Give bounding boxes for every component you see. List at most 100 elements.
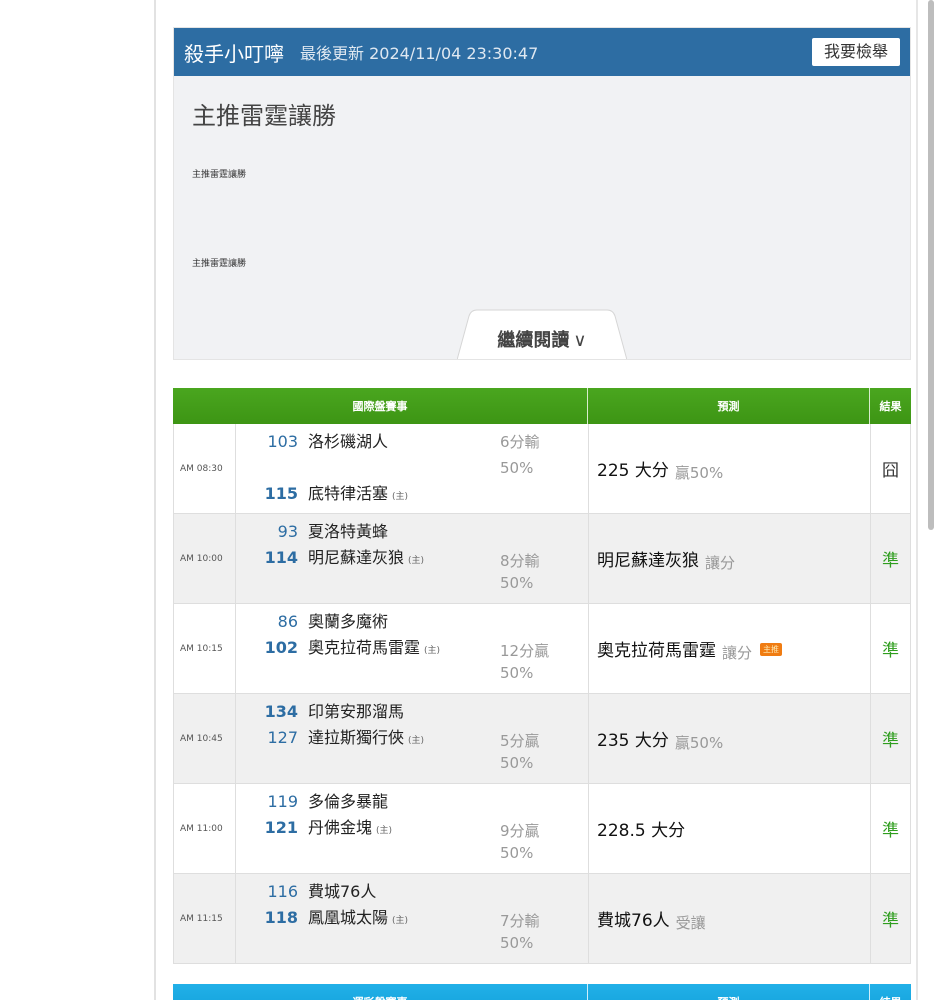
table-row: AM 08:30 103 洛杉磯湖人 115 底特律活塞 (主) 6分輸 50% 225 大分贏…: [173, 424, 911, 514]
game-time: AM 10:45: [174, 694, 236, 783]
away-team[interactable]: 93 夏洛特黃蜂: [236, 522, 388, 542]
game-time: AM 11:00: [174, 784, 236, 873]
post-title: 主推雷霆讓勝: [192, 102, 336, 130]
game-time: AM 11:15: [174, 874, 236, 963]
team-name: 明尼蘇達灰狼: [308, 548, 405, 567]
prediction-pick: 奧克拉荷馬雷霆: [597, 641, 716, 661]
table-header: 國際盤賽事 預測 結果: [173, 388, 911, 424]
right-page-border: [916, 0, 918, 1000]
handicap-percent: 50%: [500, 664, 534, 682]
team-number: 115: [264, 484, 298, 503]
left-page-border: [154, 0, 156, 1000]
home-team[interactable]: 115 底特律活塞 (主): [236, 484, 408, 507]
team-number: 103: [267, 432, 298, 451]
prediction-note: 讓分: [705, 554, 736, 572]
read-more-button[interactable]: 繼續閱讀 ∨: [457, 308, 627, 359]
table-row: AM 10:00 93 夏洛特黃蜂 114 明尼蘇達灰狼 (主) 8分輸 50% 明尼蘇達灰狼讓…: [173, 514, 911, 604]
handicap: 8分輸 50%: [500, 514, 589, 603]
away-team[interactable]: 119 多倫多暴龍: [236, 792, 388, 812]
home-team[interactable]: 118 鳳凰城太陽 (主): [236, 908, 408, 931]
header-result: 結果: [879, 400, 902, 413]
prediction-pick: 228.5 大分: [597, 821, 686, 841]
team-number: 86: [277, 612, 298, 631]
prediction-post: 殺手小叮嚀 最後更新 2024/11/04 23:30:47 我要檢舉 主推雷霆…: [173, 27, 911, 360]
handicap-percent: 50%: [500, 844, 534, 862]
result-cell: 準: [882, 731, 899, 751]
post-header: 殺手小叮嚀 最後更新 2024/11/04 23:30:47 我要檢舉: [174, 28, 910, 76]
team-number: 114: [264, 548, 298, 567]
header-match: 運彩盤賽事: [173, 984, 588, 1000]
scrollbar-thumb[interactable]: [928, 0, 934, 530]
prediction-cell: 228.5 大分: [589, 784, 871, 873]
table-row: AM 11:15 116 費城76人 118 鳳凰城太陽 (主) 7分輸 50% 費城76人 受讓…: [173, 874, 911, 964]
sports-lottery-table-header: 運彩盤賽事 預測 結果: [173, 984, 911, 1000]
matchup: 103 洛杉磯湖人 115 底特律活塞 (主): [236, 424, 500, 513]
handicap-percent: 50%: [500, 934, 534, 952]
matchup: 86 奧蘭多魔術 102 奧克拉荷馬雷霆 (主): [236, 604, 500, 693]
team-name: 洛杉磯湖人: [308, 432, 389, 451]
handicap-line: 7分輸: [500, 912, 540, 930]
home-team[interactable]: 127 達拉斯獨行俠 (主): [236, 728, 424, 751]
game-time: AM 10:00: [174, 514, 236, 603]
team-name: 丹佛金塊: [308, 818, 373, 837]
table-row: AM 10:15 86 奧蘭多魔術 102 奧克拉荷馬雷霆 (主) 12分贏 50% 奧克拉荷馬…: [173, 604, 911, 694]
post-body-line: 主推雷霆讓勝: [192, 170, 247, 180]
home-marker: (主): [392, 916, 409, 926]
home-team[interactable]: 114 明尼蘇達灰狼 (主): [236, 548, 424, 571]
away-team[interactable]: 116 費城76人: [236, 882, 376, 902]
team-name: 奧克拉荷馬雷霆: [308, 638, 421, 657]
handicap-percent: 50%: [500, 574, 534, 592]
read-more-label: 繼續閱讀: [497, 330, 570, 351]
chevron-down-icon: ∨: [573, 330, 587, 351]
result-cell: 準: [882, 821, 899, 841]
report-button[interactable]: 我要檢舉: [811, 38, 900, 66]
handicap-percent: 50%: [500, 459, 534, 477]
away-team[interactable]: 134 印第安那溜馬: [236, 702, 404, 722]
team-number: 116: [267, 882, 298, 901]
prediction-pick: 費城76人: [597, 911, 670, 931]
team-number: 134: [264, 702, 298, 721]
team-number: 119: [267, 792, 298, 811]
team-name: 印第安那溜馬: [308, 702, 405, 721]
team-number: 118: [264, 908, 298, 927]
main-pick-badge: 主推: [760, 643, 783, 656]
prediction-cell: 奧克拉荷馬雷霆 讓分 主推: [589, 604, 871, 693]
handicap: 5分贏 50%: [500, 694, 589, 783]
prediction-note: 讓分: [722, 644, 753, 662]
prediction-cell: 明尼蘇達灰狼 讓分: [589, 514, 871, 603]
result-cell: 準: [882, 551, 899, 571]
handicap: 6分輸 50%: [500, 424, 589, 513]
matchup: 134 印第安那溜馬 127 達拉斯獨行俠 (主): [236, 694, 500, 783]
team-name: 底特律活塞: [308, 484, 389, 503]
handicap-line: 8分輸: [500, 552, 540, 570]
team-number: 102: [264, 638, 298, 657]
header-prediction: 預測: [588, 388, 870, 424]
prediction-pick: 明尼蘇達灰狼: [597, 551, 699, 571]
header-match: 國際盤賽事: [173, 388, 588, 424]
team-name: 奧蘭多魔術: [308, 612, 389, 631]
last-updated: 最後更新 2024/11/04 23:30:47: [300, 44, 539, 63]
away-team[interactable]: 86 奧蘭多魔術: [236, 612, 388, 632]
team-name: 夏洛特黃蜂: [308, 522, 389, 541]
matchup: 93 夏洛特黃蜂 114 明尼蘇達灰狼 (主): [236, 514, 500, 603]
handicap-line: 5分贏: [500, 732, 540, 750]
away-team[interactable]: 103 洛杉磯湖人: [236, 432, 388, 452]
result-cell: 準: [882, 641, 899, 661]
team-name: 費城76人: [308, 882, 377, 901]
handicap: 9分贏 50%: [500, 784, 589, 873]
prediction-pick: 225 大分: [597, 461, 669, 481]
prediction-note: 受讓: [675, 914, 706, 932]
matchup: 119 多倫多暴龍 121 丹佛金塊 (主): [236, 784, 500, 873]
prediction-cell: 費城76人 受讓: [589, 874, 871, 963]
prediction-cell: 225 大分 贏50%: [589, 424, 871, 513]
post-body-line: 主推雷霆讓勝: [192, 259, 247, 269]
team-name: 鳳凰城太陽: [308, 908, 389, 927]
author-name[interactable]: 殺手小叮嚀: [184, 38, 284, 67]
home-team[interactable]: 121 丹佛金塊 (主): [236, 818, 392, 841]
home-marker: (主): [408, 556, 425, 566]
team-name: 達拉斯獨行俠: [308, 728, 405, 747]
team-number: 93: [277, 522, 298, 541]
team-number: 121: [264, 818, 298, 837]
prediction-note: 贏50%: [674, 464, 724, 482]
home-team[interactable]: 102 奧克拉荷馬雷霆 (主): [236, 638, 440, 661]
